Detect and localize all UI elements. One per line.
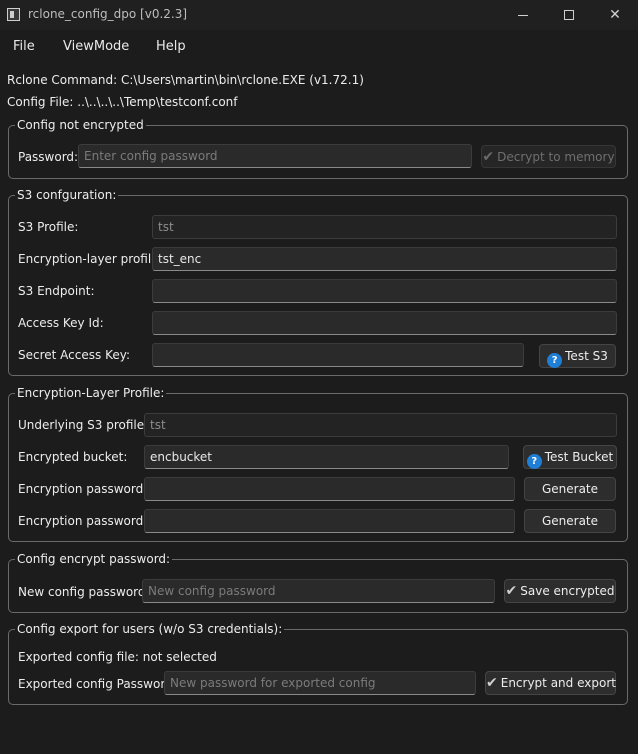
config-password-input[interactable]: Enter config password [78, 144, 472, 168]
access-key-id-input[interactable] [152, 311, 617, 335]
encryption-layer-profile-label: Encryption-layer profile: [18, 252, 163, 266]
encrypted-bucket-input[interactable]: encbucket [144, 445, 509, 469]
s3-endpoint-input[interactable] [152, 279, 617, 303]
config-status-group: Config not encrypted Password: Enter con… [8, 118, 628, 179]
checkmark-icon: ✔ [505, 583, 518, 599]
menu-help[interactable]: Help [156, 39, 186, 54]
question-circle-icon: ? [547, 353, 563, 368]
decrypt-to-memory-button[interactable]: ✔ Decrypt to memory [481, 145, 616, 168]
encryption-password2-input[interactable] [144, 509, 515, 533]
exported-config-password-input[interactable]: New password for exported config [164, 671, 476, 695]
exported-config-file-status: Exported config file: not selected [18, 650, 217, 664]
s3-profile-label: S3 Profile: [18, 220, 79, 234]
config-encrypt-group: Config encrypt password: New config pass… [8, 552, 628, 613]
window-title: rclone_config_dpo [v0.2.3] [28, 7, 188, 21]
title-bar: rclone_config_dpo [v0.2.3] ✕ [0, 0, 638, 30]
encryption-layer-group: Encryption-Layer Profile: Underlying S3 … [8, 386, 628, 542]
new-config-password-label: New config password: [18, 585, 150, 599]
config-export-group: Config export for users (w/o S3 credenti… [8, 622, 628, 705]
s3-config-group: S3 confguration: S3 Profile: tst Encrypt… [8, 188, 628, 376]
s3-endpoint-label: S3 Endpoint: [18, 284, 95, 298]
config-export-title: Config export for users (w/o S3 credenti… [15, 622, 285, 636]
encryption-layer-profile-input[interactable]: tst_enc [152, 247, 617, 271]
app-window-icon [7, 8, 20, 21]
encryption-password2-label: Encryption password2: [18, 514, 155, 528]
question-circle-icon: ? [526, 454, 542, 469]
generate-password2-button[interactable]: Generate [524, 509, 616, 533]
underlying-s3-profile-label: Underlying S3 profile: [18, 418, 149, 432]
secret-access-key-label: Secret Access Key: [18, 348, 130, 362]
menu-viewmode[interactable]: ViewMode [63, 39, 129, 54]
config-file-info: Config File: ..\..\..\..\Temp\testconf.c… [7, 95, 238, 109]
maximize-button[interactable] [546, 0, 592, 30]
config-status-title: Config not encrypted [15, 118, 146, 132]
minimize-icon [518, 14, 528, 16]
encryption-layer-title: Encryption-Layer Profile: [15, 386, 167, 400]
encrypt-and-export-button[interactable]: ✔ Encrypt and export [485, 671, 616, 695]
checkmark-icon: ✔ [482, 149, 495, 165]
minimize-button[interactable] [500, 0, 546, 30]
encrypted-bucket-label: Encrypted bucket: [18, 450, 128, 464]
secret-access-key-input[interactable] [152, 343, 524, 367]
checkmark-icon: ✔ [486, 675, 498, 691]
menu-bar: File ViewMode Help [0, 34, 638, 58]
password-label: Password: [18, 150, 79, 164]
rclone-command-info: Rclone Command: C:\Users\martin\bin\rclo… [7, 73, 364, 87]
underlying-s3-profile-field: tst [144, 413, 617, 437]
generate-password-button[interactable]: Generate [524, 477, 616, 501]
s3-profile-field: tst [152, 215, 617, 239]
maximize-icon [564, 10, 574, 20]
s3-config-title: S3 confguration: [15, 188, 119, 202]
access-key-id-label: Access Key Id: [18, 316, 104, 330]
new-config-password-input[interactable]: New config password [142, 579, 495, 603]
config-encrypt-title: Config encrypt password: [15, 552, 173, 566]
encryption-password-input[interactable] [144, 477, 515, 501]
menu-file[interactable]: File [13, 39, 35, 54]
test-s3-button[interactable]: ? Test S3 [539, 344, 616, 368]
test-bucket-button[interactable]: ? Test Bucket [523, 445, 617, 469]
close-button[interactable]: ✕ [592, 0, 638, 30]
save-encrypted-button[interactable]: ✔ Save encrypted [504, 579, 616, 603]
close-icon: ✕ [609, 7, 621, 23]
exported-config-password-label: Exported config Password: [18, 677, 177, 691]
encryption-password-label: Encryption password: [18, 482, 148, 496]
